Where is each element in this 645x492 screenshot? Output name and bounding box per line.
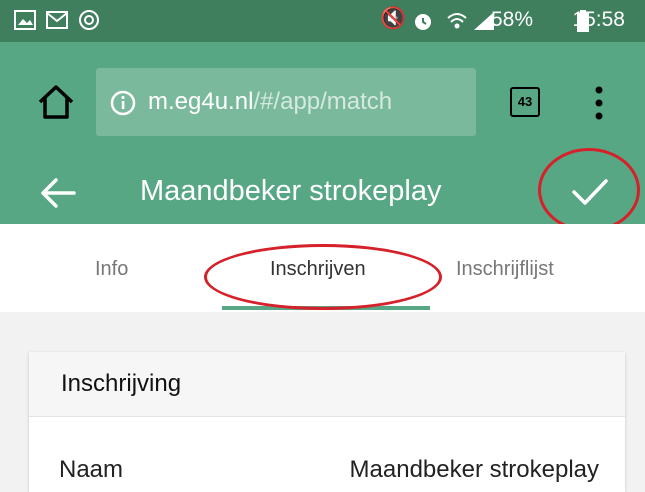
tab-info[interactable]: Info: [95, 258, 128, 281]
table-row: Naam Maandbeker strokeplay: [29, 416, 625, 492]
row-label: Naam: [59, 456, 124, 483]
sync-icon: [79, 10, 99, 30]
info-icon[interactable]: [110, 90, 136, 116]
browser-toolbar: m.eg4u.nl/#/app/match 43: [0, 42, 645, 162]
page-title: Maandbeker strokeplay: [140, 175, 442, 207]
registration-card: Inschrijving Naam Maandbeker strokeplay: [29, 352, 625, 492]
mute-icon: 🔇: [380, 7, 407, 30]
card-title: Inschrijving: [61, 370, 182, 397]
back-arrow-icon[interactable]: [40, 176, 76, 210]
status-bar: 🔇 58% 15:58: [0, 0, 645, 42]
mail-icon: [46, 11, 68, 29]
tab-inschrijflijst[interactable]: Inschrijflijst: [456, 258, 554, 281]
home-icon[interactable]: [37, 84, 75, 120]
url-bar[interactable]: m.eg4u.nl/#/app/match: [96, 68, 476, 136]
wifi-icon: [447, 13, 467, 29]
url-text[interactable]: m.eg4u.nl/#/app/match: [148, 88, 470, 116]
image-icon: [14, 10, 36, 30]
alarm-icon: [415, 14, 431, 30]
battery-percent: 58%: [490, 8, 533, 31]
url-domain: m.eg4u.nl: [148, 88, 254, 115]
clock: 15:58: [572, 8, 625, 31]
url-path: /#/app/match: [253, 88, 393, 115]
confirm-highlight-circle: [538, 148, 640, 232]
more-vert-icon[interactable]: [593, 85, 605, 121]
tab-highlight-ellipse: [204, 244, 442, 310]
card-header: Inschrijving: [29, 352, 625, 417]
main-content: Inschrijving Naam Maandbeker strokeplay: [0, 312, 645, 492]
row-value: Maandbeker strokeplay: [349, 456, 599, 483]
tab-switcher-button[interactable]: 43: [510, 87, 540, 117]
tab-count: 43: [517, 94, 533, 109]
